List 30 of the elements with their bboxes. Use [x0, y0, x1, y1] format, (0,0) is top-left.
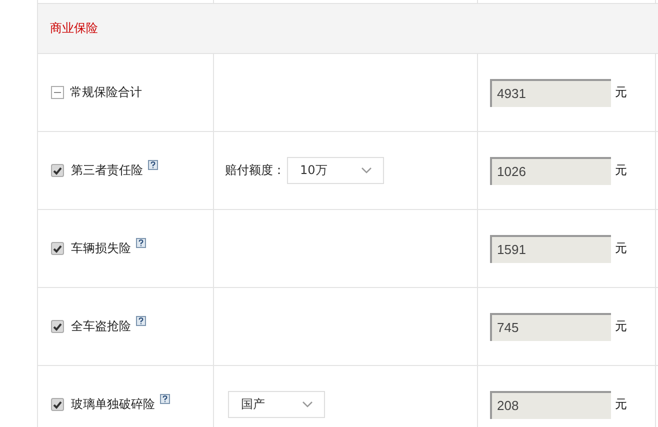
option-dropdown[interactable]: 国产: [228, 391, 325, 418]
coverage-label: 车辆损失险: [71, 240, 131, 257]
help-icon[interactable]: [136, 238, 146, 248]
option-dropdown[interactable]: 10万: [287, 157, 384, 184]
coverage-label: 全车盗抢险: [71, 318, 131, 335]
unit-label: 元: [615, 396, 627, 413]
premium-field[interactable]: 208: [490, 390, 611, 418]
checkbox[interactable]: [51, 164, 64, 177]
help-icon[interactable]: [148, 160, 158, 170]
help-icon[interactable]: [160, 394, 170, 404]
collapse-toggle[interactable]: [51, 86, 64, 99]
unit-label: 元: [615, 162, 627, 179]
coverage-label: 常规保险合计: [70, 84, 142, 101]
premium-field[interactable]: 745: [490, 312, 611, 340]
option-label: 赔付额度：: [225, 162, 285, 179]
unit-label: 元: [615, 318, 627, 335]
coverage-label: 第三者责任险: [71, 162, 143, 179]
coverage-label: 玻璃单独破碎险: [71, 396, 155, 413]
help-icon[interactable]: [136, 316, 146, 326]
chevron-down-icon: [302, 401, 313, 408]
checkbox[interactable]: [51, 320, 64, 333]
section-title: 商业保险: [50, 20, 98, 37]
premium-field[interactable]: 4931: [490, 78, 611, 106]
unit-label: 元: [615, 84, 627, 101]
premium-field[interactable]: 1026: [490, 156, 611, 184]
checkbox[interactable]: [51, 242, 64, 255]
premium-field[interactable]: 1591: [490, 234, 611, 262]
chevron-down-icon: [361, 167, 372, 174]
unit-label: 元: [615, 240, 627, 257]
checkbox[interactable]: [51, 398, 64, 411]
